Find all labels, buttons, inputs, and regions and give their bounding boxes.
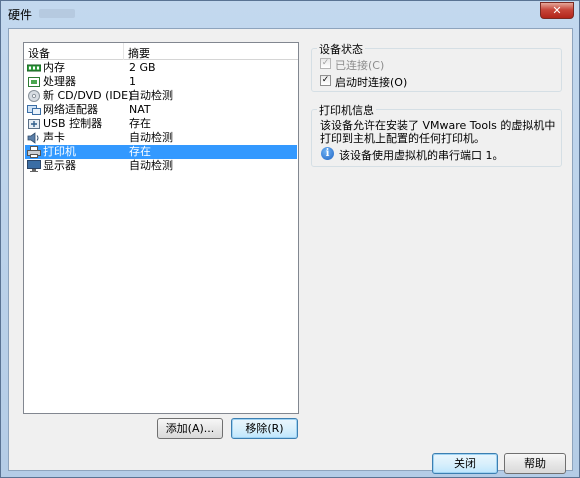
device-row-usb-controller[interactable]: USB 控制器 存在 — [25, 117, 297, 131]
connect-at-power-on-label: 启动时连接(O) — [335, 76, 408, 89]
sound-card-icon — [27, 132, 41, 144]
device-summary: 2 GB — [129, 61, 156, 74]
device-list-header: 设备 摘要 — [24, 43, 298, 60]
printer-icon — [27, 146, 41, 158]
title-bar: 硬件 ✕ — [1, 1, 579, 27]
connect-at-power-on-checkbox[interactable]: ✓ — [320, 75, 331, 86]
cd-dvd-icon — [27, 90, 41, 102]
printer-info-note: 该设备使用虚拟机的串行端口 1。 — [339, 149, 504, 162]
printer-info-title: 打印机信息 — [317, 102, 376, 118]
device-summary: 存在 — [129, 145, 151, 158]
usb-controller-icon — [27, 118, 41, 130]
info-icon: i — [321, 147, 334, 160]
device-name: USB 控制器 — [43, 117, 103, 130]
device-row-sound-card[interactable]: 声卡 自动检测 — [25, 131, 297, 145]
close-button[interactable]: 关闭 — [432, 453, 498, 474]
processor-icon — [27, 76, 41, 88]
network-adapter-icon — [27, 104, 41, 116]
column-header-device[interactable]: 设备 — [28, 45, 50, 61]
printer-info-description: 该设备允许在安装了 VMware Tools 的虚拟机中打印到主机上配置的任何打… — [320, 119, 556, 145]
dialog-body: 设备 摘要 内存 2 GB 处理器 1 新 CD/DVD (IDE) 自动检测 … — [8, 28, 573, 474]
device-summary: 1 — [129, 75, 136, 88]
device-status-group: 设备状态 ✓ 已连接(C) ✓ 启动时连接(O) — [311, 41, 562, 92]
device-row-memory[interactable]: 内存 2 GB — [25, 61, 297, 75]
device-summary: 自动检测 — [129, 159, 173, 172]
window-title: 硬件 — [8, 8, 33, 22]
device-name: 内存 — [43, 61, 65, 74]
connected-checkbox[interactable]: ✓ — [320, 58, 331, 69]
column-header-summary[interactable]: 摘要 — [128, 45, 150, 61]
device-summary: 自动检测 — [129, 89, 173, 102]
device-summary: 自动检测 — [129, 131, 173, 144]
printer-info-group: 打印机信息 该设备允许在安装了 VMware Tools 的虚拟机中打印到主机上… — [311, 102, 562, 167]
title-redacted-text — [39, 9, 75, 18]
device-row-cd-dvd[interactable]: 新 CD/DVD (IDE) 自动检测 — [25, 89, 297, 103]
device-status-title: 设备状态 — [317, 41, 365, 57]
device-list[interactable]: 设备 摘要 内存 2 GB 处理器 1 新 CD/DVD (IDE) 自动检测 … — [23, 42, 299, 414]
device-row-display[interactable]: 显示器 自动检测 — [25, 159, 297, 173]
device-name: 网络适配器 — [43, 103, 98, 116]
window-close-button[interactable]: ✕ — [540, 2, 574, 19]
add-device-button[interactable]: 添加(A)... — [157, 418, 223, 439]
info-icon-glyph: i — [325, 148, 330, 159]
device-summary: 存在 — [129, 117, 151, 130]
remove-device-button[interactable]: 移除(R) — [231, 418, 298, 439]
connected-label: 已连接(C) — [335, 59, 385, 72]
device-name: 显示器 — [43, 159, 76, 172]
device-row-processor[interactable]: 处理器 1 — [25, 75, 297, 89]
hardware-dialog: 硬件 ✕ 设备 摘要 内存 2 GB 处理器 1 新 CD/DVD (IDE) … — [0, 0, 580, 478]
device-row-printer[interactable]: 打印机 存在 — [25, 145, 297, 159]
device-summary: NAT — [129, 103, 151, 116]
device-name: 声卡 — [43, 131, 65, 144]
check-icon: ✓ — [321, 58, 330, 68]
device-name: 打印机 — [43, 145, 76, 158]
check-icon: ✓ — [321, 75, 330, 85]
close-icon: ✕ — [552, 4, 562, 17]
display-icon — [27, 160, 41, 172]
device-name: 处理器 — [43, 75, 76, 88]
memory-icon — [26, 62, 42, 74]
column-divider[interactable] — [123, 43, 124, 60]
device-row-network-adapter[interactable]: 网络适配器 NAT — [25, 103, 297, 117]
help-button[interactable]: 帮助 — [504, 453, 566, 474]
device-name: 新 CD/DVD (IDE) — [43, 89, 133, 102]
